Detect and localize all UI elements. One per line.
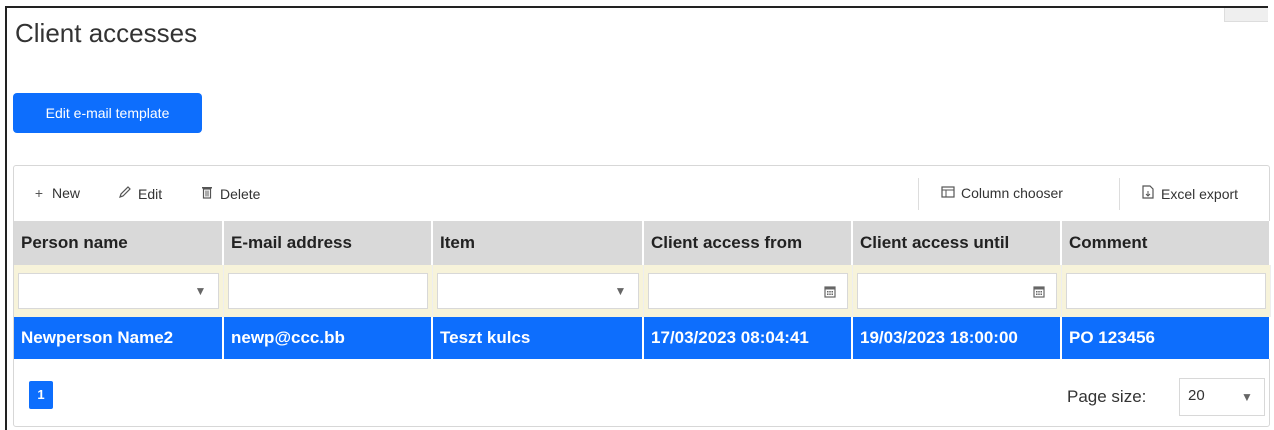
trash-icon <box>200 185 214 202</box>
column-chooser-icon <box>941 185 955 201</box>
excel-export-button[interactable]: Excel export <box>1141 185 1238 202</box>
access-from-filter-date[interactable] <box>647 273 848 309</box>
person-name-filter-select[interactable]: ▼ <box>18 273 219 309</box>
filter-cell <box>1061 265 1271 317</box>
item-filter-select[interactable]: ▼ <box>436 273 639 309</box>
column-header-person-name[interactable]: Person name <box>14 221 224 265</box>
header-row: Person name E-mail address Item Client a… <box>14 221 1271 265</box>
filter-cell: ▼ <box>14 265 224 317</box>
client-access-grid: + New Edit Delete Column chooser Excel e… <box>13 165 1271 427</box>
window-corner-tab <box>1224 8 1268 22</box>
grid-toolbar: + New Edit Delete Column chooser Excel e… <box>14 166 1269 221</box>
cell-comment: PO 123456 <box>1061 317 1271 359</box>
edit-button[interactable]: Edit <box>118 185 162 202</box>
chevron-down-icon[interactable]: ▼ <box>1230 379 1264 415</box>
app-frame: Client accesses Edit e-mail template + N… <box>5 6 1271 430</box>
column-header-item[interactable]: Item <box>432 221 644 265</box>
page-number-button[interactable]: 1 <box>29 381 53 409</box>
excel-export-label: Excel export <box>1161 185 1239 202</box>
toolbar-separator <box>918 178 919 210</box>
filter-cell <box>223 265 433 317</box>
new-label: New <box>52 185 81 201</box>
pager: 1 Page size: 20 ▼ <box>14 368 1269 426</box>
calendar-icon[interactable] <box>813 274 847 308</box>
chevron-down-icon[interactable]: ▼ <box>184 274 218 308</box>
access-until-filter-date[interactable] <box>856 273 1057 309</box>
pencil-icon <box>118 185 132 202</box>
calendar-icon[interactable] <box>1022 274 1056 308</box>
cell-email: newp@ccc.bb <box>223 317 433 359</box>
filter-cell <box>852 265 1062 317</box>
comment-filter-input[interactable] <box>1065 273 1266 309</box>
new-button[interactable]: + New <box>32 185 80 201</box>
cell-access-until: 19/03/2023 18:00:00 <box>852 317 1062 359</box>
delete-button[interactable]: Delete <box>200 185 260 202</box>
filter-cell <box>643 265 853 317</box>
column-chooser-button[interactable]: Column chooser <box>941 185 1063 201</box>
column-chooser-label: Column chooser <box>961 185 1063 201</box>
column-header-comment[interactable]: Comment <box>1061 221 1271 265</box>
edit-label: Edit <box>138 185 163 202</box>
column-header-access-until[interactable]: Client access until <box>852 221 1062 265</box>
table-row[interactable]: Newperson Name2 newp@ccc.bb Teszt kulcs … <box>14 317 1271 359</box>
filter-cell: ▼ <box>432 265 644 317</box>
column-header-email[interactable]: E-mail address <box>223 221 433 265</box>
page-title: Client accesses <box>15 18 198 48</box>
cell-person-name: Newperson Name2 <box>14 317 224 359</box>
plus-icon: + <box>34 185 44 201</box>
page-size-select[interactable]: 20 ▼ <box>1179 378 1265 416</box>
data-table: Person name E-mail address Item Client a… <box>14 221 1271 359</box>
page-size-value: 20 <box>1188 387 1205 404</box>
column-header-access-from[interactable]: Client access from <box>643 221 853 265</box>
delete-label: Delete <box>220 185 261 202</box>
cell-access-from: 17/03/2023 08:04:41 <box>643 317 853 359</box>
cell-item: Teszt kulcs <box>432 317 644 359</box>
export-file-icon <box>1141 185 1155 202</box>
toolbar-separator <box>1119 178 1120 210</box>
email-filter-input[interactable] <box>227 273 428 309</box>
chevron-down-icon[interactable]: ▼ <box>604 274 638 308</box>
page-size-label: Page size: <box>1067 387 1147 406</box>
edit-email-template-button[interactable]: Edit e-mail template <box>13 93 202 133</box>
filter-row: ▼ ▼ <box>14 265 1271 317</box>
